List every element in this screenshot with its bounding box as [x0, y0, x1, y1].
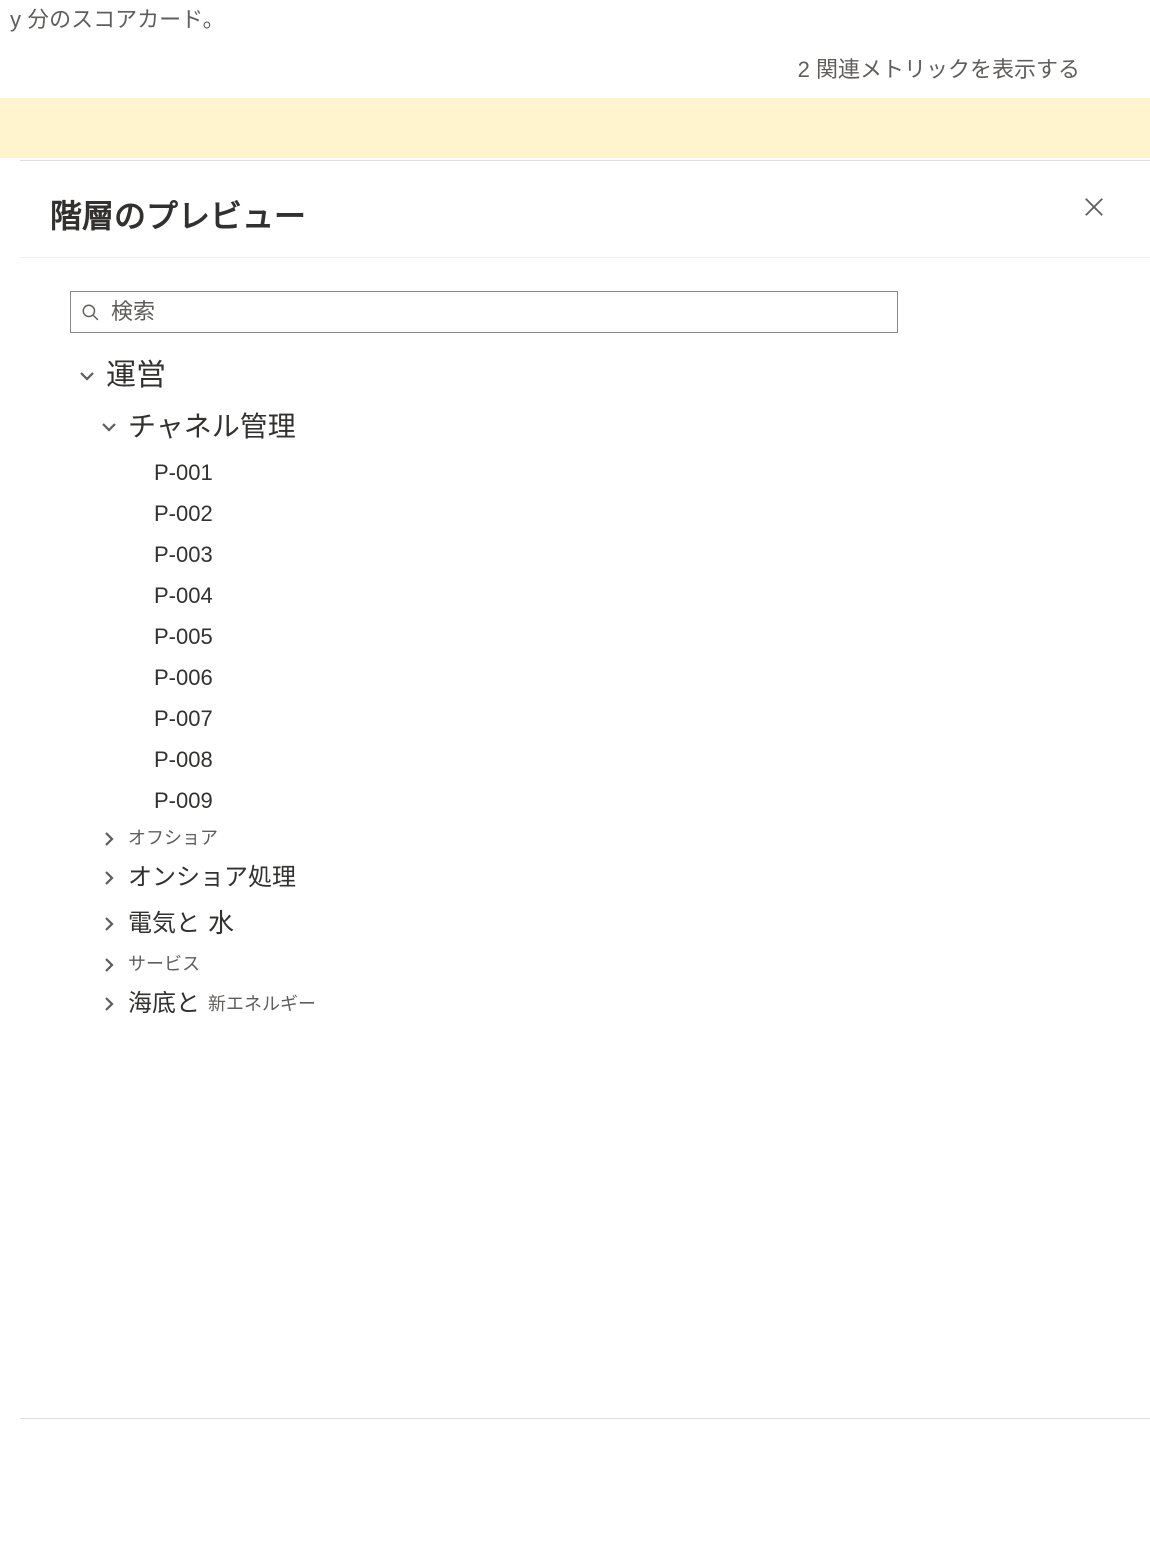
- search-input[interactable]: [111, 299, 887, 325]
- tree-leaf[interactable]: P-001: [70, 452, 1100, 493]
- tree-leaf[interactable]: P-002: [70, 493, 1100, 534]
- related-metrics-link[interactable]: 2 関連メトリックを表示する: [798, 52, 1080, 84]
- tree-node-label-part2: 新エネルギー: [208, 991, 316, 1018]
- tree-node-label-part2: 水: [208, 904, 234, 943]
- tree-node-onshore[interactable]: オンショア処理: [70, 856, 1100, 900]
- tree-node-label-part1: 電気と: [128, 906, 200, 942]
- panel-header: 階層のプレビュー: [20, 161, 1150, 258]
- tree-leaf[interactable]: P-004: [70, 575, 1100, 616]
- chevron-right-icon: [100, 915, 118, 933]
- tree-node-power-water[interactable]: 電気と 水: [70, 900, 1100, 947]
- tree-node-service[interactable]: サービス: [70, 947, 1100, 982]
- close-icon: [1083, 196, 1105, 218]
- tree-leaf[interactable]: P-003: [70, 534, 1100, 575]
- tree-leaf-label: P-004: [154, 579, 213, 612]
- tree-node-subsea-newenergy[interactable]: 海底と 新エネルギー: [70, 982, 1100, 1026]
- chevron-down-icon: [78, 367, 96, 385]
- hierarchy-preview-panel: 階層のプレビュー 運営: [20, 160, 1150, 1419]
- tree-leaf[interactable]: P-007: [70, 698, 1100, 739]
- chevron-right-icon: [100, 830, 118, 848]
- notification-bar: [0, 98, 1150, 158]
- search-icon: [81, 303, 99, 321]
- panel-title: 階層のプレビュー: [50, 191, 1110, 237]
- chevron-right-icon: [100, 995, 118, 1013]
- tree-leaf-label: P-007: [154, 702, 213, 735]
- search-box[interactable]: [70, 291, 898, 333]
- tree-node-label: 運営: [106, 353, 166, 398]
- page-header: y 分のスコアカード。 2 関連メトリックを表示する: [0, 0, 1150, 98]
- tree-leaf[interactable]: P-005: [70, 616, 1100, 657]
- close-button[interactable]: [1080, 193, 1108, 221]
- tree-node-channel-mgmt[interactable]: チャネル管理: [70, 402, 1100, 452]
- chevron-right-icon: [100, 956, 118, 974]
- chevron-right-icon: [100, 869, 118, 887]
- scorecard-label: y 分のスコアカード。: [10, 7, 225, 32]
- tree-leaf-label: P-003: [154, 538, 213, 571]
- tree-leaf[interactable]: P-006: [70, 657, 1100, 698]
- tree-leaf-label: P-005: [154, 620, 213, 653]
- tree-leaf-label: P-001: [154, 456, 213, 489]
- chevron-down-icon: [100, 418, 118, 436]
- tree-node-label-part1: 海底と: [128, 986, 200, 1022]
- tree-node-offshore[interactable]: オフショア: [70, 821, 1100, 856]
- tree-leaf-label: P-009: [154, 784, 213, 817]
- tree-node-label: オンショア処理: [128, 860, 296, 896]
- panel-body: 運営 チャネル管理 P-001 P-002 P-003 P-004 P-005 …: [20, 258, 1150, 1046]
- tree-leaf-label: P-006: [154, 661, 213, 694]
- tree-node-label: チャネル管理: [128, 406, 296, 448]
- tree-leaf-label: P-002: [154, 497, 213, 530]
- tree-leaf-label: P-008: [154, 743, 213, 776]
- tree-leaf[interactable]: P-009: [70, 780, 1100, 821]
- tree-leaf[interactable]: P-008: [70, 739, 1100, 780]
- tree-node-root[interactable]: 運営: [70, 349, 1100, 402]
- tree-node-label: サービス: [128, 951, 200, 978]
- tree-node-label: オフショア: [128, 825, 218, 852]
- hierarchy-tree: 運営 チャネル管理 P-001 P-002 P-003 P-004 P-005 …: [70, 349, 1100, 1026]
